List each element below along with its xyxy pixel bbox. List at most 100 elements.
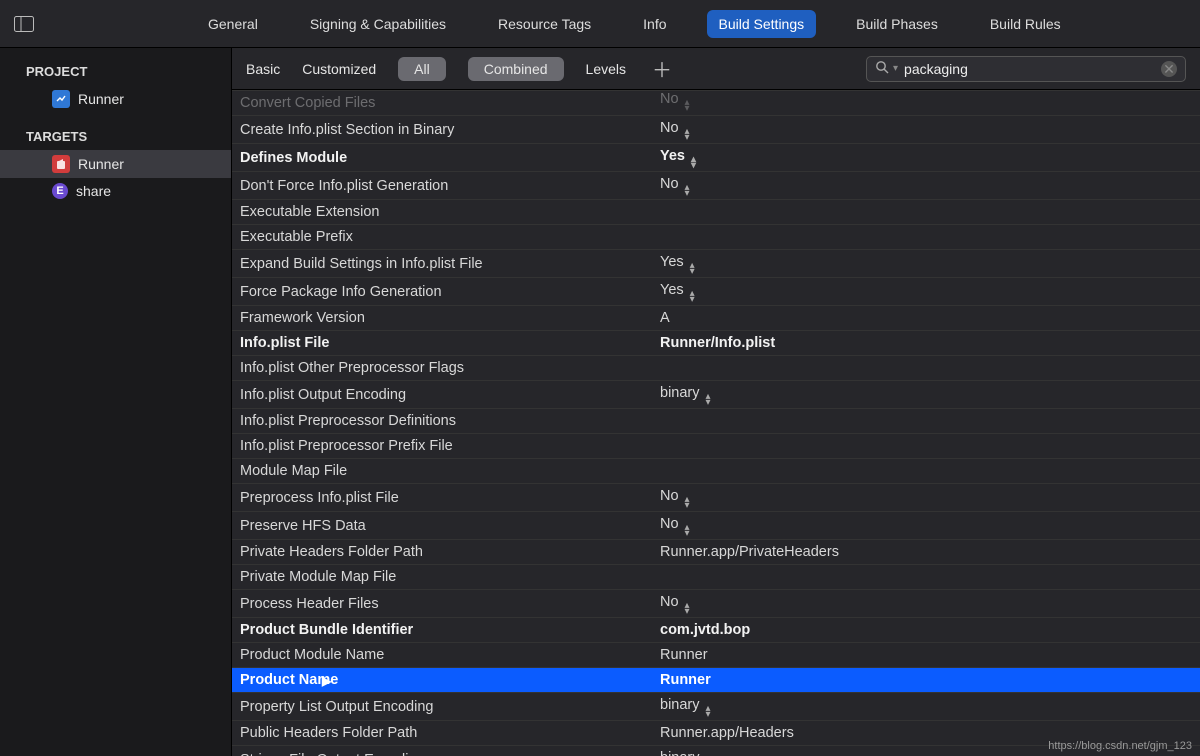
setting-row[interactable]: Don't Force Info.plist GenerationNo▴▾ (232, 172, 1200, 200)
project-icon (52, 90, 70, 108)
stepper-chevron-icon[interactable]: ▴▾ (685, 497, 690, 509)
stepper-chevron-icon[interactable]: ▴▾ (706, 394, 711, 406)
setting-row[interactable]: Defines ModuleYes▴▾ (232, 144, 1200, 172)
setting-row[interactable]: Executable Extension (232, 200, 1200, 225)
setting-row[interactable]: Expand Build Settings in Info.plist File… (232, 250, 1200, 278)
setting-value[interactable] (652, 409, 1200, 434)
setting-value[interactable]: Runner (652, 668, 1200, 693)
setting-name: Info.plist File (232, 331, 652, 356)
sidebar-target-share[interactable]: Eshare (0, 178, 231, 204)
setting-value[interactable] (652, 200, 1200, 225)
setting-row[interactable]: Info.plist Other Preprocessor Flags (232, 356, 1200, 381)
stepper-chevron-icon[interactable]: ▴▾ (685, 129, 690, 141)
setting-row[interactable]: Force Package Info GenerationYes▴▾ (232, 278, 1200, 306)
sidebar-toggle-icon[interactable] (12, 14, 36, 34)
search-clear-icon[interactable]: ✕ (1161, 61, 1177, 77)
setting-row[interactable]: Info.plist Output Encodingbinary▴▾ (232, 381, 1200, 409)
setting-name: Info.plist Output Encoding (232, 381, 652, 409)
stepper-chevron-icon[interactable]: ▴▾ (691, 157, 696, 169)
tab-general[interactable]: General (196, 10, 270, 38)
stepper-chevron-icon[interactable]: ▴▾ (685, 603, 690, 615)
setting-value[interactable]: A (652, 306, 1200, 331)
setting-value[interactable]: No▴▾ (652, 172, 1200, 200)
sidebar-project-runner[interactable]: Runner (0, 85, 231, 113)
setting-name: Product Bundle Identifier (232, 618, 652, 643)
setting-name: Convert Copied Files (232, 91, 652, 116)
setting-value[interactable]: Yes▴▾ (652, 278, 1200, 306)
top-bar: General Signing & Capabilities Resource Ta… (0, 0, 1200, 48)
setting-row[interactable]: Convert Copied FilesNo▴▾ (232, 91, 1200, 116)
sidebar-project-label: Runner (78, 91, 124, 107)
setting-row[interactable]: Module Map File (232, 459, 1200, 484)
setting-row[interactable]: Info.plist Preprocessor Definitions (232, 409, 1200, 434)
setting-value[interactable]: Runner (652, 643, 1200, 668)
setting-value[interactable] (652, 565, 1200, 590)
search-input[interactable] (904, 61, 1155, 77)
setting-name: Product Module Name (232, 643, 652, 668)
filter-levels[interactable]: Levels (586, 61, 626, 77)
setting-row[interactable]: Process Header FilesNo▴▾ (232, 590, 1200, 618)
setting-value[interactable]: No▴▾ (652, 116, 1200, 144)
setting-row[interactable]: Info.plist FileRunner/Info.plist (232, 331, 1200, 356)
setting-row[interactable]: ▶Product NameRunner (232, 668, 1200, 693)
setting-name: Process Header Files (232, 590, 652, 618)
setting-value[interactable]: Yes▴▾ (652, 144, 1200, 172)
setting-value[interactable]: No▴▾ (652, 484, 1200, 512)
filter-bar: Basic Customized All Combined Levels ＋ ▾… (232, 48, 1200, 90)
stepper-chevron-icon[interactable]: ▴▾ (685, 100, 690, 112)
setting-row[interactable]: Executable Prefix (232, 225, 1200, 250)
settings-scroll[interactable]: Convert Copied FilesNo▴▾Create Info.plis… (232, 90, 1200, 756)
sidebar-target-runner[interactable]: Runner (0, 150, 231, 178)
disclosure-triangle-icon[interactable]: ▶ (322, 674, 331, 688)
setting-value[interactable]: Runner.app/PrivateHeaders (652, 540, 1200, 565)
setting-row[interactable]: Private Headers Folder PathRunner.app/Pr… (232, 540, 1200, 565)
tab-build-rules[interactable]: Build Rules (978, 10, 1073, 38)
setting-name: Module Map File (232, 459, 652, 484)
setting-name: Preserve HFS Data (232, 512, 652, 540)
setting-row[interactable]: Create Info.plist Section in BinaryNo▴▾ (232, 116, 1200, 144)
tab-resource-tags[interactable]: Resource Tags (486, 10, 603, 38)
stepper-chevron-icon[interactable]: ▴▾ (685, 185, 690, 197)
setting-value[interactable]: No▴▾ (652, 590, 1200, 618)
filter-basic[interactable]: Basic (246, 61, 280, 77)
filter-customized[interactable]: Customized (302, 61, 376, 77)
setting-row[interactable]: Private Module Map File (232, 565, 1200, 590)
setting-row[interactable]: Product Module NameRunner (232, 643, 1200, 668)
setting-value[interactable]: No▴▾ (652, 512, 1200, 540)
stepper-chevron-icon[interactable]: ▴▾ (690, 291, 695, 303)
search-field[interactable]: ▾ ✕ (866, 56, 1186, 82)
setting-value[interactable] (652, 434, 1200, 459)
setting-value[interactable]: binary▴▾ (652, 381, 1200, 409)
setting-value[interactable] (652, 459, 1200, 484)
setting-value[interactable]: Yes▴▾ (652, 250, 1200, 278)
watermark: https://blog.csdn.net/gjm_123 (1048, 740, 1192, 752)
setting-name: Preprocess Info.plist File (232, 484, 652, 512)
sidebar-target-label: share (76, 183, 111, 199)
setting-row[interactable]: Preprocess Info.plist FileNo▴▾ (232, 484, 1200, 512)
setting-row[interactable]: Framework VersionA (232, 306, 1200, 331)
sidebar-section-targets: TARGETS (0, 123, 231, 150)
setting-name: Private Headers Folder Path (232, 540, 652, 565)
setting-row[interactable]: Property List Output Encodingbinary▴▾ (232, 693, 1200, 721)
stepper-chevron-icon[interactable]: ▴▾ (706, 706, 711, 718)
tab-signing-capabilities[interactable]: Signing & Capabilities (298, 10, 458, 38)
setting-row[interactable]: Product Bundle Identifiercom.jvtd.bop (232, 618, 1200, 643)
setting-value[interactable]: binary▴▾ (652, 693, 1200, 721)
setting-name: Expand Build Settings in Info.plist File (232, 250, 652, 278)
setting-value[interactable] (652, 356, 1200, 381)
add-setting-button[interactable]: ＋ (648, 54, 676, 83)
tab-build-settings[interactable]: Build Settings (707, 10, 817, 38)
stepper-chevron-icon[interactable]: ▴▾ (690, 263, 695, 275)
setting-row[interactable]: Preserve HFS DataNo▴▾ (232, 512, 1200, 540)
stepper-chevron-icon[interactable]: ▴▾ (685, 525, 690, 537)
tab-build-phases[interactable]: Build Phases (844, 10, 950, 38)
filter-combined[interactable]: Combined (468, 57, 564, 81)
setting-value[interactable]: Runner/Info.plist (652, 331, 1200, 356)
setting-value[interactable]: com.jvtd.bop (652, 618, 1200, 643)
search-chevron-down-icon[interactable]: ▾ (893, 63, 898, 74)
setting-value[interactable] (652, 225, 1200, 250)
filter-all[interactable]: All (398, 57, 446, 81)
setting-value[interactable]: No▴▾ (652, 91, 1200, 116)
setting-row[interactable]: Info.plist Preprocessor Prefix File (232, 434, 1200, 459)
tab-info[interactable]: Info (631, 10, 678, 38)
